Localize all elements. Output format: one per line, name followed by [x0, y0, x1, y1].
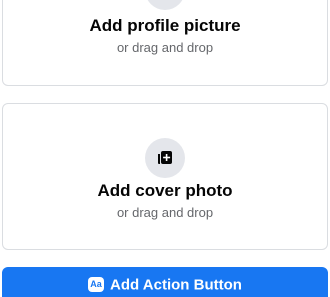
create-page-form: Add profile picture or drag and drop Add… — [0, 0, 330, 297]
add-cover-photo-icon — [145, 138, 185, 178]
profile-picture-subtitle: or drag and drop — [116, 40, 214, 55]
text-aa-icon: Aa — [88, 276, 105, 292]
add-action-button-content: Aa Add Action Button — [2, 276, 328, 294]
add-action-button-label: Add Action Button — [110, 276, 242, 294]
cover-photo-title: Add cover photo — [97, 181, 233, 200]
cover-photo-upload[interactable]: Add cover photo or drag and drop — [2, 103, 328, 250]
profile-picture-title: Add profile picture — [89, 16, 241, 35]
cover-photo-subtitle: or drag and drop — [116, 205, 214, 220]
profile-picture-upload[interactable]: Add profile picture or drag and drop — [2, 0, 328, 86]
add-photo-icon — [145, 0, 185, 10]
add-action-button[interactable]: Aa Add Action Button — [2, 267, 328, 297]
